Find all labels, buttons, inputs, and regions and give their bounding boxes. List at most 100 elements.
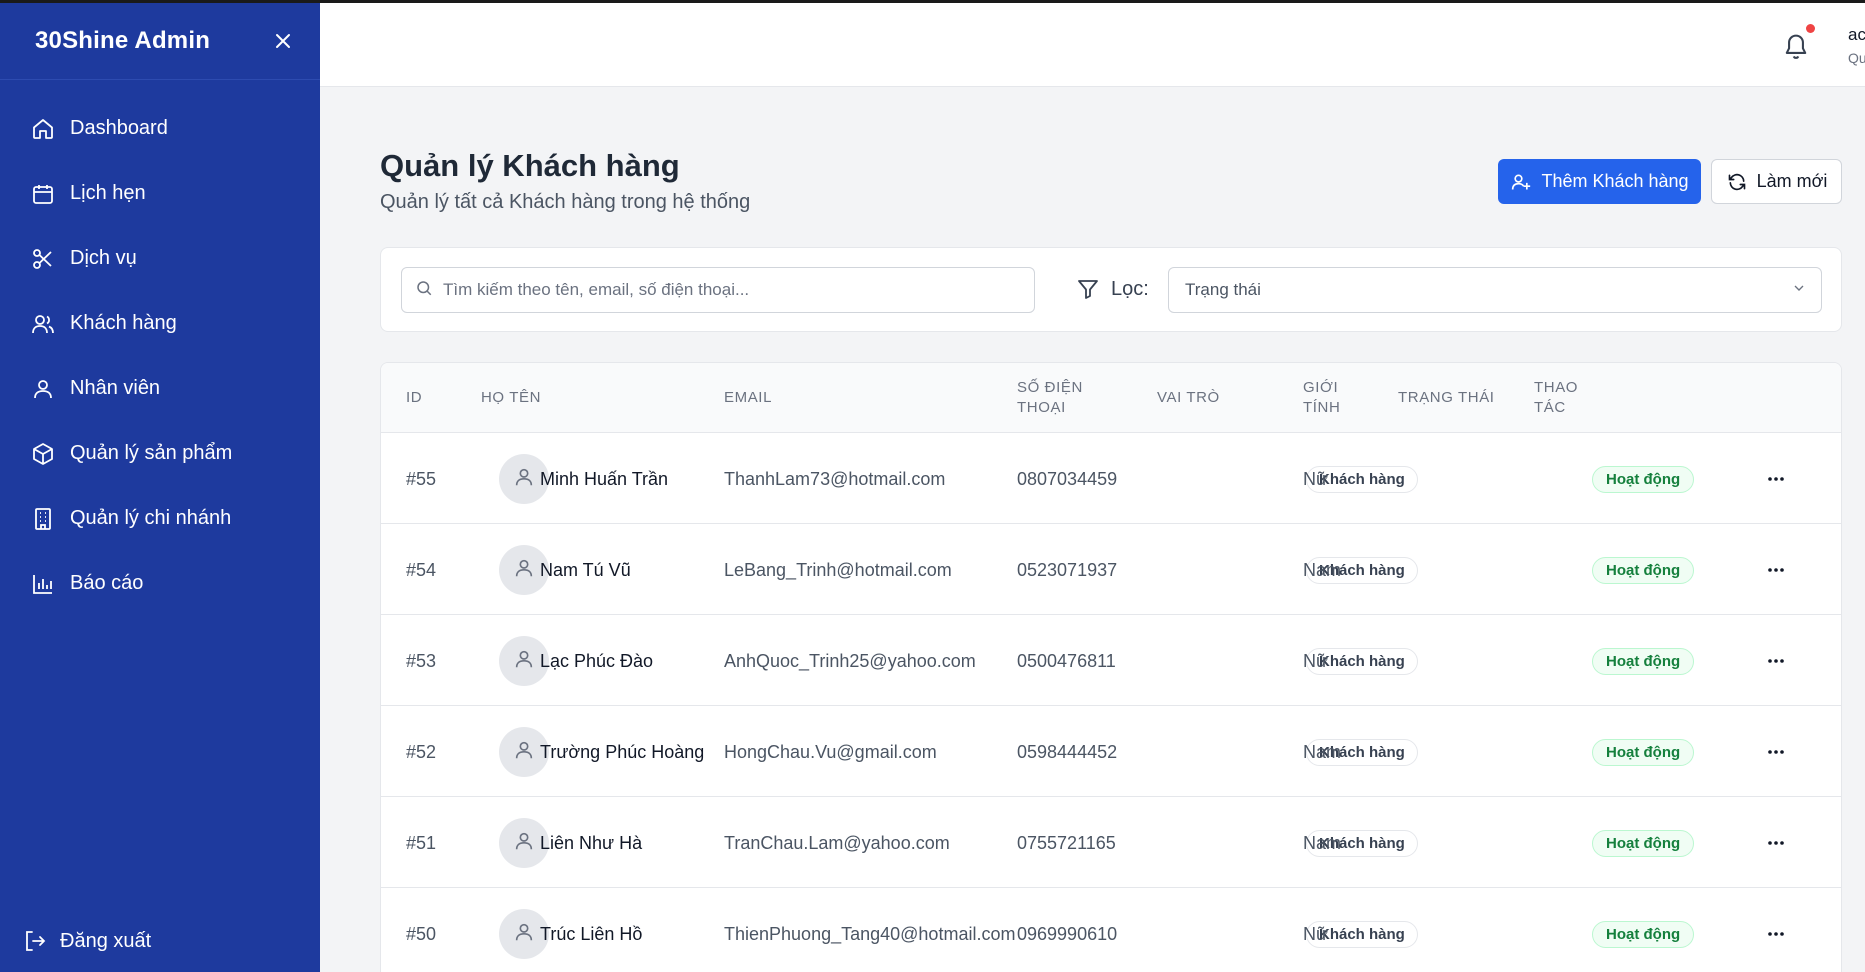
home-icon (30, 116, 56, 142)
cell-id: #50 (406, 924, 437, 944)
filter-label-text: Lọc: (1111, 277, 1149, 300)
sidebar-item-label: Khách hàng (70, 312, 177, 334)
more-actions-icon[interactable] (1761, 648, 1791, 674)
cell-phone: 0523071937 (1017, 560, 1118, 580)
user-icon (513, 648, 535, 675)
cell-name: Minh Huấn Trần (540, 469, 669, 489)
table-row[interactable]: #53 Lạc Phúc Đào AnhQuoc_Trinh25@yahoo.com… (381, 615, 1841, 706)
cell-name: Nam Tú Vũ (540, 560, 631, 580)
more-actions-icon[interactable] (1761, 921, 1791, 947)
header-id: ID (406, 389, 423, 406)
sidebar-item-services[interactable]: Dịch vụ (0, 226, 320, 291)
building-icon (30, 506, 56, 532)
cell-gender: Nữ (1303, 469, 1329, 489)
user-icon (30, 376, 56, 402)
status-select[interactable]: Trạng thái (1168, 267, 1822, 313)
cell-email: TranChau.Lam@yahoo.com (724, 833, 950, 853)
logout-icon (22, 928, 48, 954)
more-actions-icon[interactable] (1761, 466, 1791, 492)
add-customer-button[interactable]: Thêm Khách hàng (1498, 159, 1701, 204)
cell-name: Trường Phúc Hoàng (540, 742, 705, 762)
table-row[interactable]: #51 Liên Như Hà TranChau.Lam@yahoo.com 0755… (381, 797, 1841, 888)
cell-name: Liên Như Hà (540, 833, 643, 853)
sidebar-item-branches[interactable]: Quản lý chi nhánh (0, 486, 320, 551)
sidebar-item-dashboard[interactable]: Dashboard (0, 96, 320, 161)
cell-email: LeBang_Trinh@hotmail.com (724, 560, 952, 580)
box-icon (30, 441, 56, 467)
topbar: ac Qu (320, 0, 1865, 87)
table-header: ID HỌ TÊN EMAIL SỐ ĐIỆN THOẠI VAI TRÒ GI… (381, 363, 1841, 433)
user-icon (513, 739, 535, 766)
cell-name: Lạc Phúc Đào (540, 651, 654, 671)
sidebar-item-staff[interactable]: Nhân viên (0, 356, 320, 421)
close-icon[interactable] (270, 28, 296, 54)
header-actions: THAO TÁC (1534, 378, 1578, 418)
user-icon (513, 921, 535, 948)
user-name[interactable]: ac (1848, 25, 1865, 45)
sidebar-item-label: Dịch vụ (70, 247, 137, 269)
notification-bell-icon[interactable] (1782, 24, 1815, 61)
header-phone: SỐ ĐIỆN THOẠI (1017, 378, 1083, 418)
cell-phone: 0500476811 (1017, 651, 1116, 671)
table-row[interactable]: #52 Trường Phúc Hoàng HongChau.Vu@gmail.co… (381, 706, 1841, 797)
cell-name: Trúc Liên Hồ (540, 924, 643, 944)
cell-id: #55 (406, 469, 437, 489)
cell-phone: 0969990610 (1017, 924, 1118, 944)
sidebar-nav: Dashboard Lịch hẹn Dịch vụ Khách hàng Nh… (0, 80, 320, 616)
status-badge: Hoạt động (1592, 557, 1695, 584)
sidebar-item-label: Nhân viên (70, 377, 161, 399)
user-icon (513, 466, 535, 493)
sidebar-item-customers[interactable]: Khách hàng (0, 291, 320, 356)
status-badge: Hoạt động (1592, 648, 1695, 675)
cell-gender: Nữ (1303, 924, 1329, 944)
sidebar-item-reports[interactable]: Báo cáo (0, 551, 320, 616)
header-gender: GIỚI TÍNH (1303, 378, 1340, 418)
more-actions-icon[interactable] (1761, 739, 1791, 765)
header-phone-line1: SỐ ĐIỆN (1017, 379, 1083, 396)
cell-phone: 0598444452 (1017, 742, 1118, 762)
cell-gender: Nam (1303, 833, 1342, 853)
cell-id: #53 (406, 651, 437, 671)
sidebar-item-label: Báo cáo (70, 572, 144, 594)
table-row[interactable]: #54 Nam Tú Vũ LeBang_Trinh@hotmail.com 0523… (381, 524, 1841, 615)
sidebar-item-appointments[interactable]: Lịch hẹn (0, 161, 320, 226)
refresh-icon (1726, 171, 1748, 193)
cell-id: #51 (406, 833, 437, 853)
sidebar-header: 30Shine Admin (0, 3, 320, 80)
more-actions-icon[interactable] (1761, 557, 1791, 583)
header-gender-line1: GIỚI (1303, 379, 1339, 396)
filter-label: Lọc: (1075, 276, 1149, 302)
status-select-value: Trạng thái (1185, 280, 1261, 299)
logout-button[interactable]: Đăng xuất (0, 910, 320, 972)
cell-phone: 0755721165 (1017, 833, 1116, 853)
cell-phone: 0807034459 (1017, 469, 1118, 489)
logout-label: Đăng xuất (60, 929, 152, 952)
more-actions-icon[interactable] (1761, 830, 1791, 856)
user-role: Qu (1848, 50, 1865, 66)
search-input[interactable] (443, 280, 1003, 300)
cell-id: #52 (406, 742, 437, 762)
sidebar-item-products[interactable]: Quản lý sản phẩm (0, 421, 320, 486)
sidebar-item-label: Quản lý sản phẩm (70, 442, 233, 464)
users-icon (30, 311, 56, 337)
calendar-icon (30, 181, 56, 207)
search-box[interactable] (401, 267, 1035, 313)
status-badge: Hoạt động (1592, 466, 1695, 493)
cell-gender: Nam (1303, 742, 1342, 762)
table-row[interactable]: #55 Minh Huấn Trần ThanhLam73@hotmail.com 0… (381, 433, 1841, 524)
sidebar-item-label: Quản lý chi nhánh (70, 507, 232, 529)
refresh-button[interactable]: Làm mới (1711, 159, 1842, 204)
refresh-label: Làm mới (1756, 171, 1828, 191)
page-subtitle: Quản lý tất cả Khách hàng trong hệ thống (380, 191, 751, 213)
sidebar-item-label: Lịch hẹn (70, 182, 146, 204)
header-role: VAI TRÒ (1157, 389, 1220, 406)
table-row[interactable]: #50 Trúc Liên Hồ ThienPhuong_Tang40@hotmai… (381, 888, 1841, 972)
header-actions-line2: TÁC (1534, 399, 1566, 416)
header-phone-line2: THOẠI (1017, 399, 1066, 416)
filter-bar: Lọc: Trạng thái (380, 247, 1842, 332)
cell-gender: Nam (1303, 560, 1342, 580)
cell-email: AnhQuoc_Trinh25@yahoo.com (724, 651, 976, 671)
filter-icon (1075, 276, 1101, 302)
cell-gender: Nữ (1303, 651, 1329, 671)
scissors-icon (30, 246, 56, 272)
